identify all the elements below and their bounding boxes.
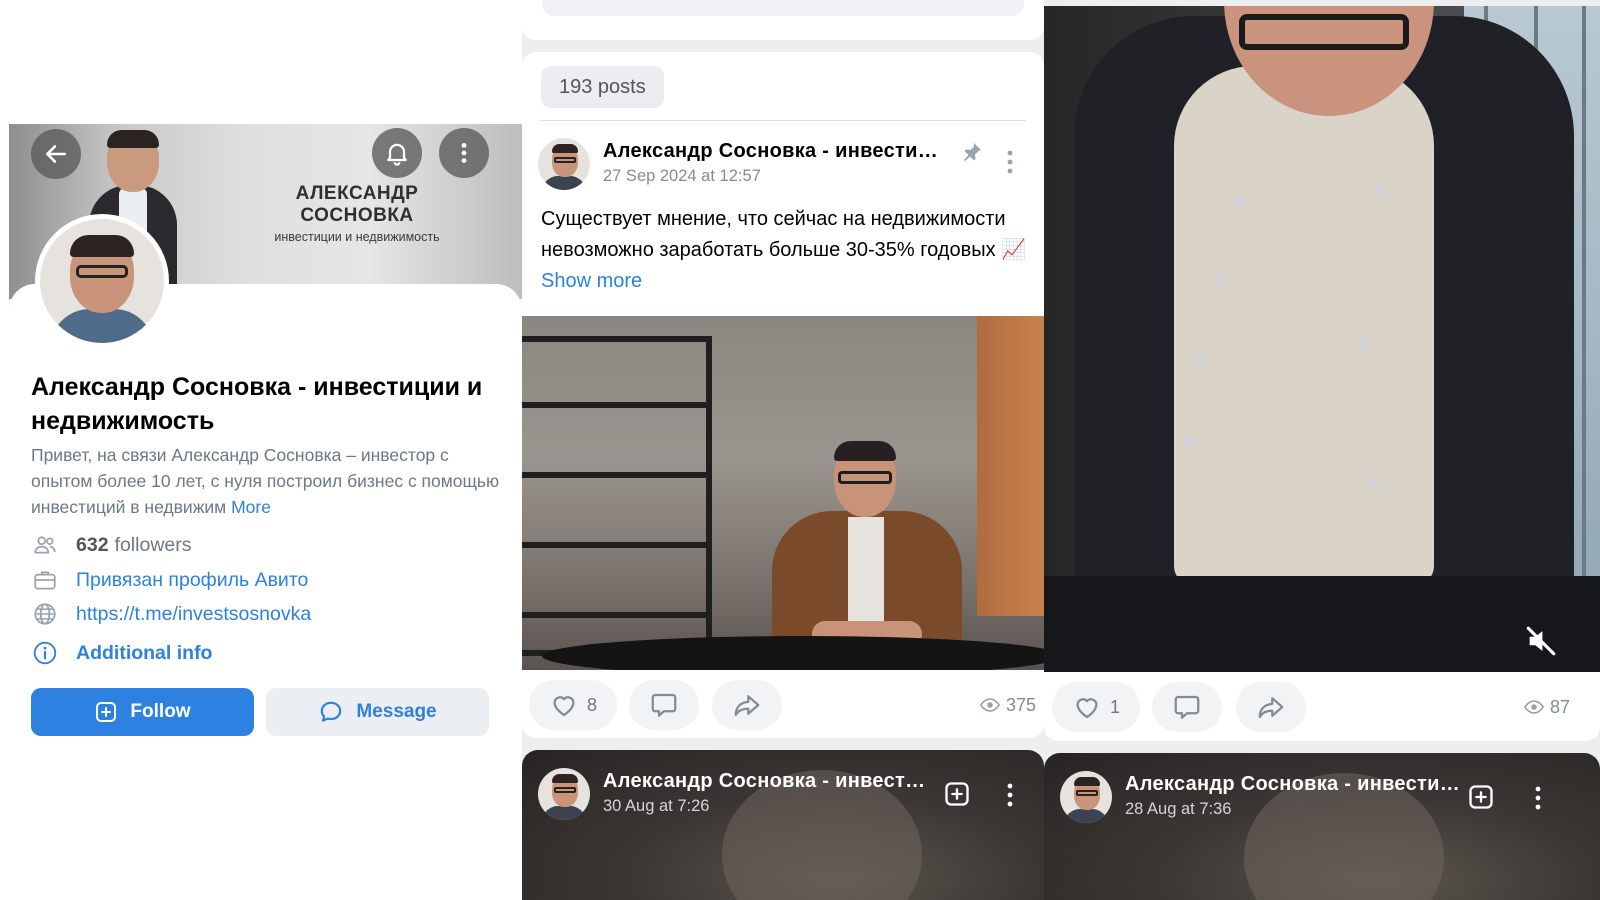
follow-button[interactable]: Follow — [31, 688, 254, 736]
share-icon — [734, 695, 760, 717]
avito-row[interactable]: Привязан профиль Авито — [31, 565, 501, 595]
post-author-avatar[interactable] — [538, 768, 590, 820]
post-menu-button[interactable] — [1530, 785, 1546, 816]
bio-more-link[interactable]: More — [231, 497, 271, 517]
post-actions: 8 375 — [522, 680, 1044, 730]
avatar[interactable] — [35, 214, 169, 348]
post-photo[interactable] — [522, 316, 1044, 670]
message-label: Message — [356, 701, 437, 722]
comment-button[interactable] — [1152, 682, 1222, 732]
cover-tagline: инвестиции и недвижимость — [274, 230, 440, 244]
post-text: Существует мнение, что сейчас на недвижи… — [541, 204, 1031, 297]
like-button[interactable]: 8 — [529, 680, 617, 730]
like-button[interactable]: 1 — [1052, 682, 1140, 732]
post-menu-button[interactable] — [1002, 782, 1018, 813]
like-count: 8 — [586, 694, 597, 715]
post-card: 193 posts Александр Сосновка - инвестици… — [522, 52, 1044, 738]
more-vertical-icon — [1535, 786, 1541, 810]
briefcase-icon — [31, 566, 59, 594]
info-icon — [31, 639, 59, 667]
show-more-link[interactable]: Show more — [541, 270, 642, 292]
follow-label: Follow — [130, 701, 191, 722]
post-menu-button[interactable] — [1000, 148, 1020, 181]
mute-icon[interactable] — [1524, 624, 1558, 663]
divider — [540, 120, 1026, 121]
post-date: 27 Sep 2024 at 12:57 — [603, 167, 761, 185]
website-row[interactable]: https://t.me/investsosnovka — [31, 599, 501, 629]
more-vertical-icon — [461, 143, 467, 163]
plus-square-icon — [96, 702, 117, 722]
posts-count-badge[interactable]: 193 posts — [541, 66, 664, 108]
heart-icon — [1076, 698, 1098, 719]
comment-button[interactable] — [629, 680, 699, 730]
chat-bubble-icon — [321, 701, 342, 722]
heart-icon — [553, 696, 575, 717]
share-button[interactable] — [712, 680, 782, 730]
video-post-card[interactable]: Александр Сосновка - инвестиции и недвиж… — [1044, 753, 1600, 900]
post-date: 30 Aug at 7:26 — [603, 797, 710, 815]
profile-card: АЛЕКСАНДР СОСНОВКА инвестиции и недвижим… — [9, 124, 522, 774]
more-vertical-icon — [1007, 783, 1013, 807]
message-button[interactable]: Message — [266, 688, 489, 736]
eye-icon — [979, 698, 1001, 712]
back-button[interactable] — [31, 129, 81, 179]
more-vertical-icon — [1007, 150, 1013, 174]
followers-row[interactable]: 632 followers — [31, 530, 501, 560]
profile-name: Александр Сосновка - инвестиции и недвиж… — [31, 373, 483, 435]
comment-icon — [651, 693, 677, 717]
cover-title: АЛЕКСАНДР СОСНОВКА — [295, 183, 419, 226]
video-feed: 1 87 Александр Сосновка - инвестиции и н… — [1044, 0, 1600, 900]
post-author-name[interactable]: Александр Сосновка - инвестиции и недвиж… — [603, 770, 933, 793]
views-count: 87 — [1549, 696, 1570, 717]
video-player[interactable] — [1044, 6, 1600, 672]
arrow-left-icon — [46, 145, 66, 163]
followers-label: followers — [114, 533, 192, 556]
profile-more-button[interactable] — [439, 128, 489, 178]
bell-icon — [387, 143, 407, 166]
additional-info-row[interactable]: Additional info — [31, 638, 501, 668]
followers-count: 632 — [76, 533, 109, 556]
profile-bio: Привет, на связи Александр Сосновка – ин… — [31, 442, 501, 520]
post-text-body: Существует мнение, что сейчас на недвижи… — [541, 208, 1027, 261]
comment-icon — [1174, 695, 1200, 719]
views-counter: 375 — [979, 694, 1036, 716]
views-counter: 87 — [1523, 696, 1570, 718]
video-post-card[interactable]: Александр Сосновка - инвестиции и недвиж… — [522, 750, 1044, 900]
plus-square-icon — [1469, 785, 1493, 809]
website-link[interactable]: https://t.me/investsosnovka — [76, 603, 311, 626]
share-button[interactable] — [1236, 682, 1306, 732]
post-author-avatar[interactable] — [1060, 771, 1112, 823]
followers-icon — [31, 531, 59, 559]
previous-card — [522, 0, 1044, 40]
add-button[interactable] — [1467, 783, 1495, 816]
views-count: 375 — [1005, 694, 1036, 715]
additional-info-link[interactable]: Additional info — [76, 642, 212, 665]
wall-feed: 193 posts Александр Сосновка - инвестици… — [522, 0, 1044, 900]
plus-square-icon — [945, 782, 969, 806]
video-post-card: 1 87 — [1044, 6, 1600, 741]
like-count: 1 — [1109, 696, 1120, 717]
share-icon — [1258, 697, 1284, 719]
avito-link[interactable]: Привязан профиль Авито — [76, 569, 308, 592]
post-author-name[interactable]: Александр Сосновка - инвестиции и недвиж… — [603, 140, 945, 163]
pin-icon — [960, 140, 984, 169]
notifications-button[interactable] — [372, 128, 422, 178]
add-button[interactable] — [943, 780, 971, 813]
post-author-name[interactable]: Александр Сосновка - инвестиции и недвиж… — [1125, 773, 1460, 796]
post-author-avatar[interactable] — [538, 138, 590, 190]
eye-icon — [1523, 700, 1545, 714]
post-date: 28 Aug at 7:36 — [1125, 800, 1232, 818]
video-actions: 1 87 — [1044, 682, 1600, 732]
globe-icon — [31, 600, 59, 628]
cover-brand: АЛЕКСАНДР СОСНОВКА инвестиции и недвижим… — [237, 183, 477, 244]
